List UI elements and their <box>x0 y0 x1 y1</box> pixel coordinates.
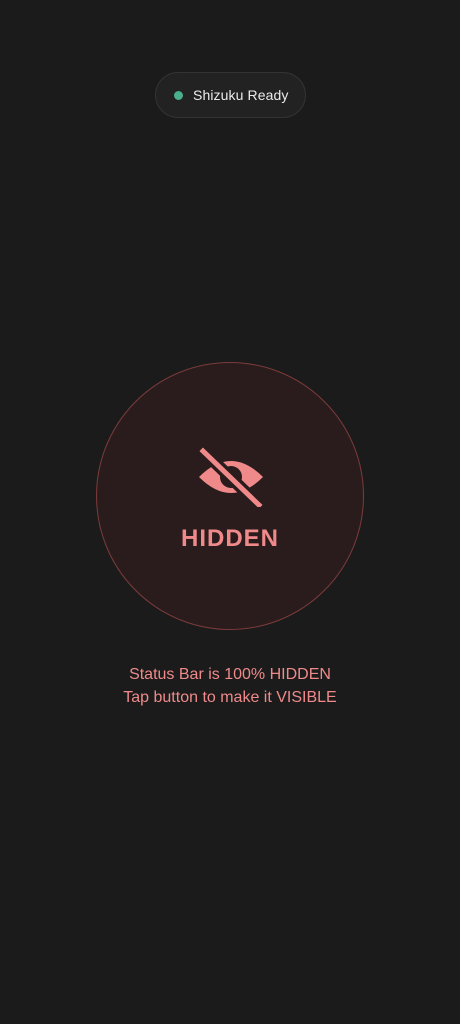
shizuku-status-label: Shizuku Ready <box>193 87 289 103</box>
toggle-state-label: HIDDEN <box>180 525 279 552</box>
status-bar-toggle-button[interactable]: HIDDEN <box>96 362 364 630</box>
app-screen: Shizuku Ready HIDDEN Status Bar is 100% … <box>0 0 460 1024</box>
status-message-line-1: Status Bar is 100% HIDDEN <box>129 666 331 683</box>
status-message: Status Bar is 100% HIDDEN Tap button to … <box>0 663 460 709</box>
status-indicator-dot <box>174 90 183 100</box>
eye-off-icon <box>199 447 263 507</box>
shizuku-status-chip: Shizuku Ready <box>155 72 306 118</box>
status-message-line-2: Tap button to make it VISIBLE <box>123 689 337 706</box>
